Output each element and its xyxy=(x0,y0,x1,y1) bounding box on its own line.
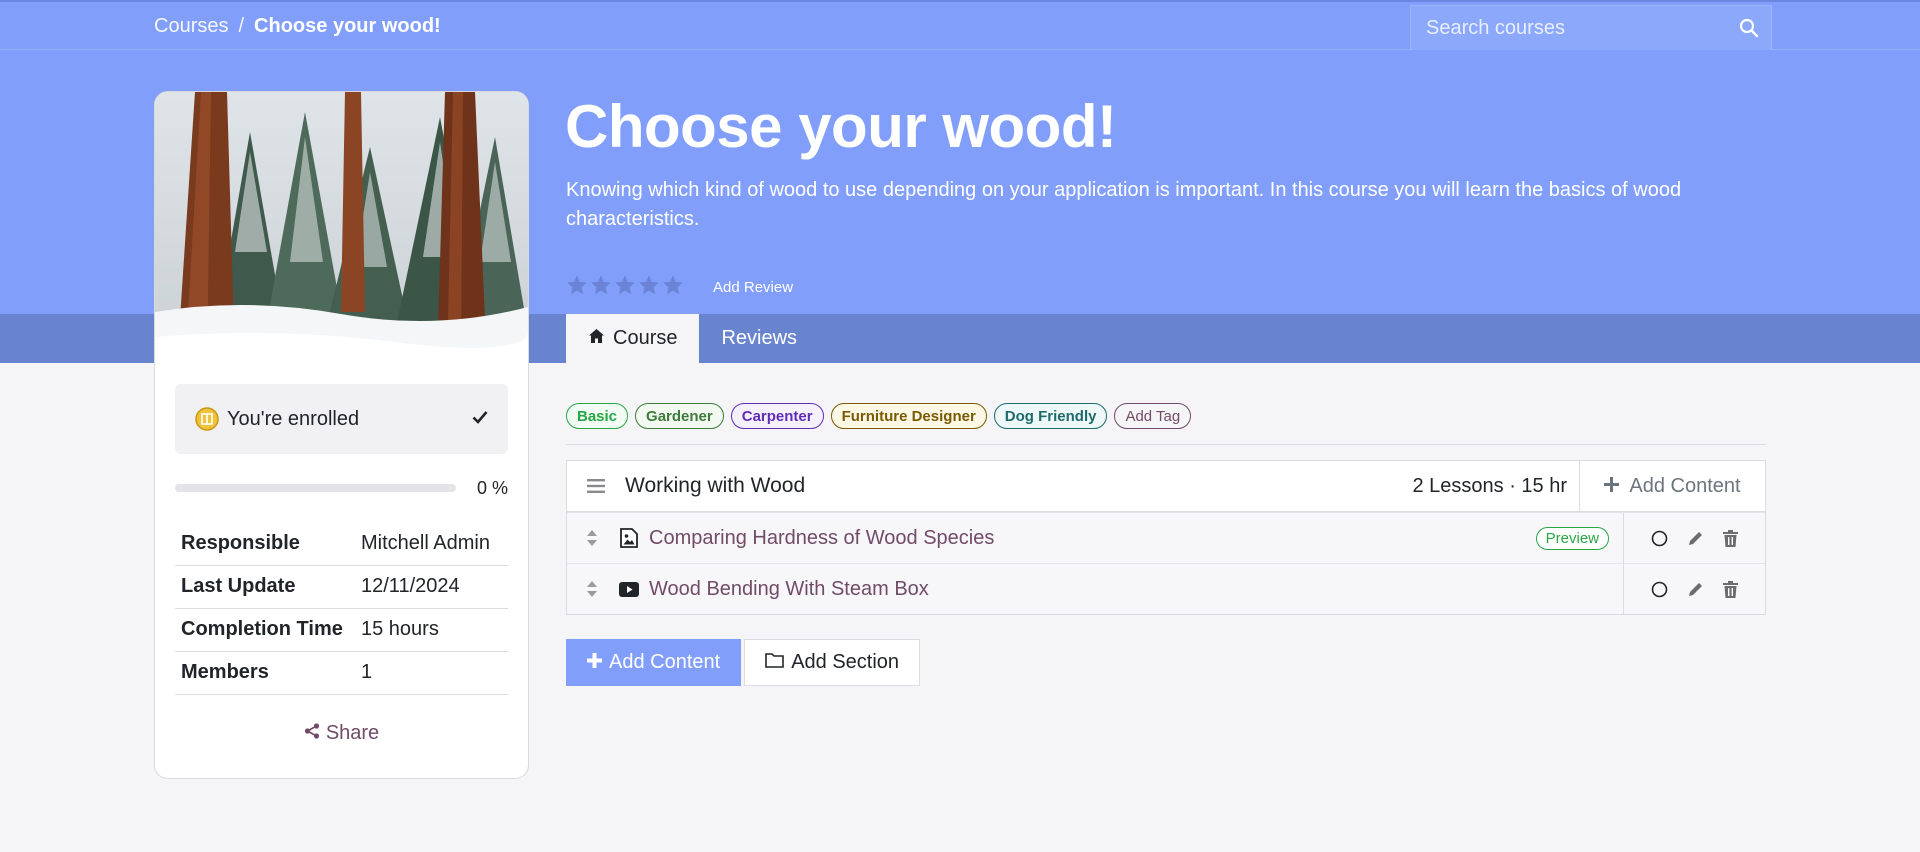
course-sidebar-card: You're enrolled 0 % Responsible Mitchell… xyxy=(154,91,529,779)
divider xyxy=(566,444,1766,445)
search-input[interactable] xyxy=(1411,6,1727,50)
add-content-button[interactable]: Add Content xyxy=(566,639,742,686)
circle-icon[interactable] xyxy=(1651,530,1668,547)
course-tags: Basic Gardener Carpenter Furniture Desig… xyxy=(566,403,1192,429)
sort-icon[interactable] xyxy=(567,529,617,547)
lesson-link[interactable]: Comparing Hardness of Wood Species xyxy=(649,527,1536,550)
breadcrumb-current: Choose your wood! xyxy=(254,15,441,37)
share-icon xyxy=(304,722,320,745)
check-icon xyxy=(472,410,488,429)
breadcrumb-separator: / xyxy=(238,15,245,37)
search-box xyxy=(1410,5,1772,51)
star-icon xyxy=(591,275,611,295)
progress-row: 0 % xyxy=(175,476,508,500)
info-value: Mitchell Admin xyxy=(361,531,490,554)
folder-icon xyxy=(765,651,785,674)
add-review-link[interactable]: Add Review xyxy=(713,279,793,296)
search-icon[interactable] xyxy=(1727,6,1771,50)
section-name[interactable]: Working with Wood xyxy=(625,474,1412,498)
tag-carpenter[interactable]: Carpenter xyxy=(730,403,824,429)
breadcrumb: Courses / Choose your wood! xyxy=(154,15,441,38)
add-tag-button[interactable]: Add Tag xyxy=(1114,403,1192,429)
tag-dog-friendly[interactable]: Dog Friendly xyxy=(993,403,1108,429)
course-info-table: Responsible Mitchell Admin Last Update 1… xyxy=(175,522,508,695)
tag-basic[interactable]: Basic xyxy=(566,403,629,429)
tag-furniture-designer[interactable]: Furniture Designer xyxy=(830,403,987,429)
sort-icon[interactable] xyxy=(567,580,617,598)
course-tabs: Course Reviews xyxy=(566,314,819,363)
tab-course-label: Course xyxy=(613,327,678,349)
lesson-actions xyxy=(1623,512,1765,564)
lesson-actions xyxy=(1623,563,1765,615)
image-icon xyxy=(617,528,641,548)
enrolled-text: You're enrolled xyxy=(227,407,360,430)
info-row-last-update: Last Update 12/11/2024 xyxy=(175,565,508,608)
pencil-icon[interactable] xyxy=(1687,530,1704,547)
info-value: 15 hours xyxy=(361,618,439,640)
drag-handle-icon[interactable] xyxy=(567,479,625,493)
home-icon xyxy=(588,327,605,350)
trash-icon[interactable] xyxy=(1722,529,1738,547)
share-label: Share xyxy=(325,722,380,744)
video-icon xyxy=(617,581,641,597)
trash-icon[interactable] xyxy=(1722,580,1738,598)
pencil-icon[interactable] xyxy=(1687,581,1704,598)
circle-icon[interactable] xyxy=(1651,581,1668,598)
info-row-responsible: Responsible Mitchell Admin xyxy=(175,522,508,565)
share-button[interactable]: Share xyxy=(155,722,528,745)
lesson-link[interactable]: Wood Bending With Steam Box xyxy=(649,578,1623,601)
tab-reviews-label: Reviews xyxy=(721,327,798,349)
preview-badge: Preview xyxy=(1535,526,1609,550)
star-icon xyxy=(567,275,587,295)
content-actions: Add Content Add Section xyxy=(566,639,921,686)
info-value: 12/11/2024 xyxy=(361,575,460,597)
add-section-button[interactable]: Add Section xyxy=(744,639,921,686)
progress-label: 0 % xyxy=(476,477,508,498)
plus-icon xyxy=(587,651,602,674)
page-title: Choose your wood! xyxy=(565,93,1117,160)
star-icon xyxy=(663,275,683,295)
plus-icon xyxy=(1604,475,1620,498)
lesson-row: Wood Bending With Steam Box xyxy=(567,563,1765,615)
top-bar: Courses / Choose your wood! xyxy=(0,0,1920,51)
section-add-content-button[interactable]: Add Content xyxy=(1579,460,1765,512)
karma-coin-icon xyxy=(195,407,219,431)
course-cover-image xyxy=(155,92,528,364)
enrolled-status: You're enrolled xyxy=(175,384,508,454)
course-section: Working with Wood 2 Lessons · 15 hr Add … xyxy=(566,460,1766,615)
course-description: Knowing which kind of wood to use depend… xyxy=(566,179,1682,230)
add-content-label: Add Content xyxy=(609,651,721,673)
section-add-content-label: Add Content xyxy=(1629,474,1741,497)
lesson-row: Comparing Hardness of Wood Species Previ… xyxy=(567,512,1765,564)
info-value: 1 xyxy=(361,661,373,683)
section-meta: 2 Lessons · 15 hr xyxy=(1412,474,1567,497)
info-row-members: Members 1 xyxy=(175,651,508,694)
info-row-completion-time: Completion Time 15 hours xyxy=(175,608,508,651)
add-section-label: Add Section xyxy=(791,651,900,673)
star-icon xyxy=(639,275,659,295)
tab-reviews[interactable]: Reviews xyxy=(699,314,819,363)
info-key: Last Update xyxy=(181,575,296,597)
progress-bar xyxy=(175,484,456,492)
info-key: Members xyxy=(181,661,269,683)
section-header: Working with Wood 2 Lessons · 15 hr Add … xyxy=(567,460,1765,512)
tab-course[interactable]: Course xyxy=(566,314,700,363)
info-key: Completion Time xyxy=(181,618,343,640)
star-icon xyxy=(615,275,635,295)
breadcrumb-courses-link[interactable]: Courses xyxy=(154,15,228,38)
tag-gardener[interactable]: Gardener xyxy=(635,403,724,429)
rating-stars xyxy=(566,274,684,296)
info-key: Responsible xyxy=(181,531,300,554)
